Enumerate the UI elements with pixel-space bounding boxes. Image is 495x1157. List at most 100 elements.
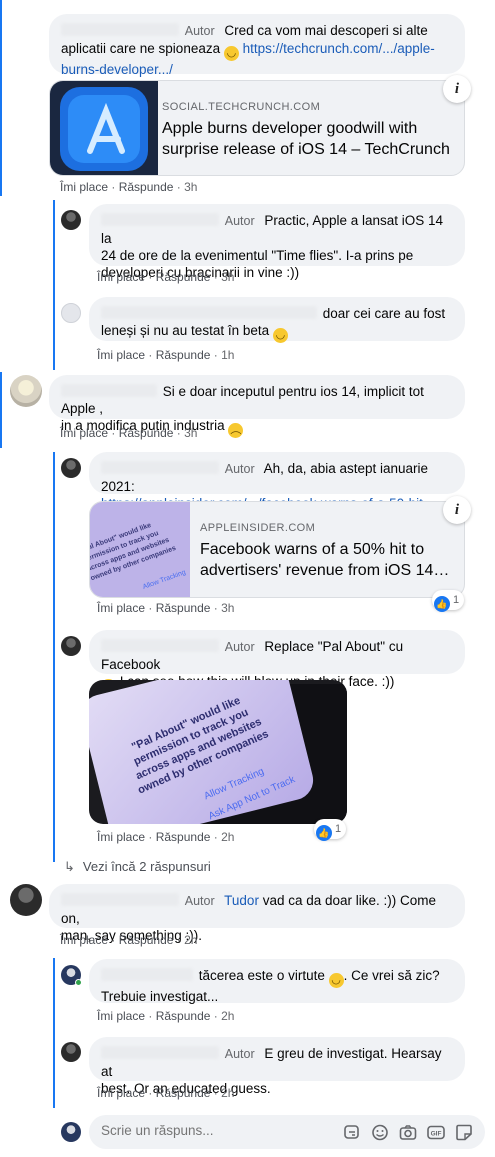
- avatar[interactable]: [61, 458, 81, 478]
- like-link[interactable]: Îmi place: [97, 830, 145, 844]
- card-title-line: surprise release of iOS 14 – TechCrunch: [162, 141, 450, 158]
- comment-bubble: Autor E greu de investigat. Hearsay at b…: [89, 1037, 465, 1096]
- reply-link[interactable]: Răspunde: [119, 933, 174, 947]
- comment-actions: Îmi place · Răspunde · 2h: [97, 830, 234, 844]
- sep: ·: [213, 348, 218, 362]
- timestamp[interactable]: 2h: [184, 933, 197, 947]
- redacted-name: [101, 1046, 219, 1059]
- avatar[interactable]: [61, 1042, 81, 1062]
- card-title: Apple burns developer goodwill with surp…: [162, 118, 450, 160]
- timestamp[interactable]: 2h: [221, 1009, 234, 1023]
- redacted-name: [101, 461, 219, 474]
- reply-link[interactable]: Răspunde: [156, 1009, 211, 1023]
- like-link[interactable]: Îmi place: [97, 1086, 145, 1100]
- comment-text: . Ce vrei să zic?: [343, 968, 440, 983]
- current-user-avatar[interactable]: [61, 1122, 81, 1142]
- like-link[interactable]: Îmi place: [97, 601, 145, 615]
- attached-photo[interactable]: "Pal About" would like permission to tra…: [89, 680, 347, 824]
- reply-link[interactable]: Răspunde: [156, 348, 211, 362]
- like-link[interactable]: Îmi place: [97, 270, 145, 284]
- comment-text: 24 de ore de la evenimentul "Time flies"…: [101, 248, 414, 263]
- like-link[interactable]: Îmi place: [60, 180, 108, 194]
- card-title: Facebook warns of a 50% hit to advertise…: [200, 539, 449, 581]
- reaction-count[interactable]: 👍 1: [314, 819, 347, 841]
- reaction-number: 1: [453, 594, 460, 606]
- like-link[interactable]: Îmi place: [97, 1009, 145, 1023]
- link-preview-card[interactable]: SOCIAL.TECHCRUNCH.COM Apple burns develo…: [49, 80, 465, 176]
- grin-emoji-icon: ◡: [272, 328, 288, 343]
- timestamp[interactable]: 3h: [184, 180, 197, 194]
- like-link[interactable]: Îmi place: [60, 426, 108, 440]
- timestamp[interactable]: 1h: [221, 348, 234, 362]
- sep: ·: [148, 830, 153, 844]
- redacted-name: [61, 23, 179, 36]
- arrow-reply-icon: ↳: [64, 859, 75, 874]
- comment-text: leneși și nu au testat în beta: [101, 323, 270, 338]
- reply-link[interactable]: Răspunde: [156, 270, 211, 284]
- avatar[interactable]: [61, 636, 81, 656]
- reply-link[interactable]: Răspunde: [119, 180, 174, 194]
- comment-actions: Îmi place · Răspunde · 2h: [97, 1009, 234, 1023]
- reply-link[interactable]: Răspunde: [156, 1086, 211, 1100]
- info-icon[interactable]: i: [443, 75, 471, 103]
- reply-link[interactable]: Răspunde: [156, 601, 211, 615]
- avatar[interactable]: [10, 375, 42, 407]
- mention-link[interactable]: Tudor: [224, 893, 259, 908]
- card-title-line: advertisers' revenue from iOS 14…: [200, 562, 450, 579]
- like-link[interactable]: Îmi place: [97, 348, 145, 362]
- author-badge: Autor: [184, 894, 215, 908]
- online-status-dot: [75, 979, 82, 986]
- sep: ·: [213, 601, 218, 615]
- comment-bubble: Autor Cred ca vom mai descoperi si alte …: [49, 14, 465, 77]
- reply-composer: GIF: [89, 1115, 485, 1149]
- reply-input[interactable]: [101, 1123, 301, 1138]
- view-more-replies-label: Vezi încă 2 răspunsuri: [82, 859, 211, 874]
- sep: ·: [213, 1009, 218, 1023]
- comment-bubble: Autor Practic, Apple a lansat iOS 14 la …: [89, 204, 465, 280]
- comment-actions: Îmi place · Răspunde · 3h: [60, 426, 197, 440]
- card-title-line: Apple burns developer goodwill with: [162, 120, 418, 137]
- app-store-thumbnail: [50, 81, 158, 175]
- link-preview-card[interactable]: "Pal About" would like permission to tra…: [89, 501, 465, 598]
- like-link[interactable]: Îmi place: [60, 933, 108, 947]
- redacted-name: [61, 384, 157, 397]
- reply-link[interactable]: Răspunde: [156, 830, 211, 844]
- sep: ·: [148, 601, 153, 615]
- view-more-replies[interactable]: ↳ Vezi încă 2 răspunsuri: [64, 859, 211, 875]
- reply-link[interactable]: Răspunde: [119, 426, 174, 440]
- timestamp[interactable]: 2h: [221, 830, 234, 844]
- gif-icon[interactable]: GIF: [427, 1124, 445, 1141]
- like-reaction-icon: 👍: [434, 596, 450, 612]
- smile-sticker-icon[interactable]: [455, 1124, 473, 1141]
- comment-actions: Îmi place · Răspunde · 3h: [97, 270, 234, 284]
- timestamp[interactable]: 3h: [184, 426, 197, 440]
- comment-actions: Îmi place · Răspunde · 1h: [97, 348, 234, 362]
- sep: ·: [111, 180, 116, 194]
- comment-actions: Îmi place · Răspunde · 2h: [60, 933, 197, 947]
- thread-line: [0, 0, 2, 196]
- sep: ·: [111, 426, 116, 440]
- camera-icon[interactable]: [399, 1124, 417, 1141]
- avatar[interactable]: [61, 210, 81, 230]
- sep: ·: [111, 933, 116, 947]
- sticker-icon[interactable]: [343, 1124, 361, 1141]
- timestamp[interactable]: 3h: [221, 270, 234, 284]
- comment-actions: Îmi place · Răspunde · 3h: [97, 601, 234, 615]
- comment-bubble: Si e doar inceputul pentru ios 14, impli…: [49, 375, 465, 438]
- timestamp[interactable]: 3h: [221, 601, 234, 615]
- emoji-icon[interactable]: [371, 1124, 389, 1141]
- redacted-name: [61, 893, 179, 906]
- comment-bubble: doar cei care au fost leneși și nu au te…: [89, 297, 465, 343]
- like-reaction-icon: 👍: [316, 825, 332, 841]
- comment-text: tăcerea este o virtute: [198, 968, 325, 983]
- comment-bubble: Autor Ah, da, abia astept ianuarie 2021:…: [89, 452, 465, 511]
- redacted-name: [101, 639, 219, 652]
- smile-emoji-icon: ◡: [328, 973, 344, 988]
- avatar[interactable]: [61, 303, 81, 323]
- redacted-name: [101, 306, 317, 319]
- reaction-number: 1: [335, 823, 342, 835]
- reaction-count[interactable]: 👍 1: [432, 590, 465, 612]
- avatar[interactable]: [10, 884, 42, 916]
- timestamp[interactable]: 2h: [221, 1086, 234, 1100]
- info-icon[interactable]: i: [443, 496, 471, 524]
